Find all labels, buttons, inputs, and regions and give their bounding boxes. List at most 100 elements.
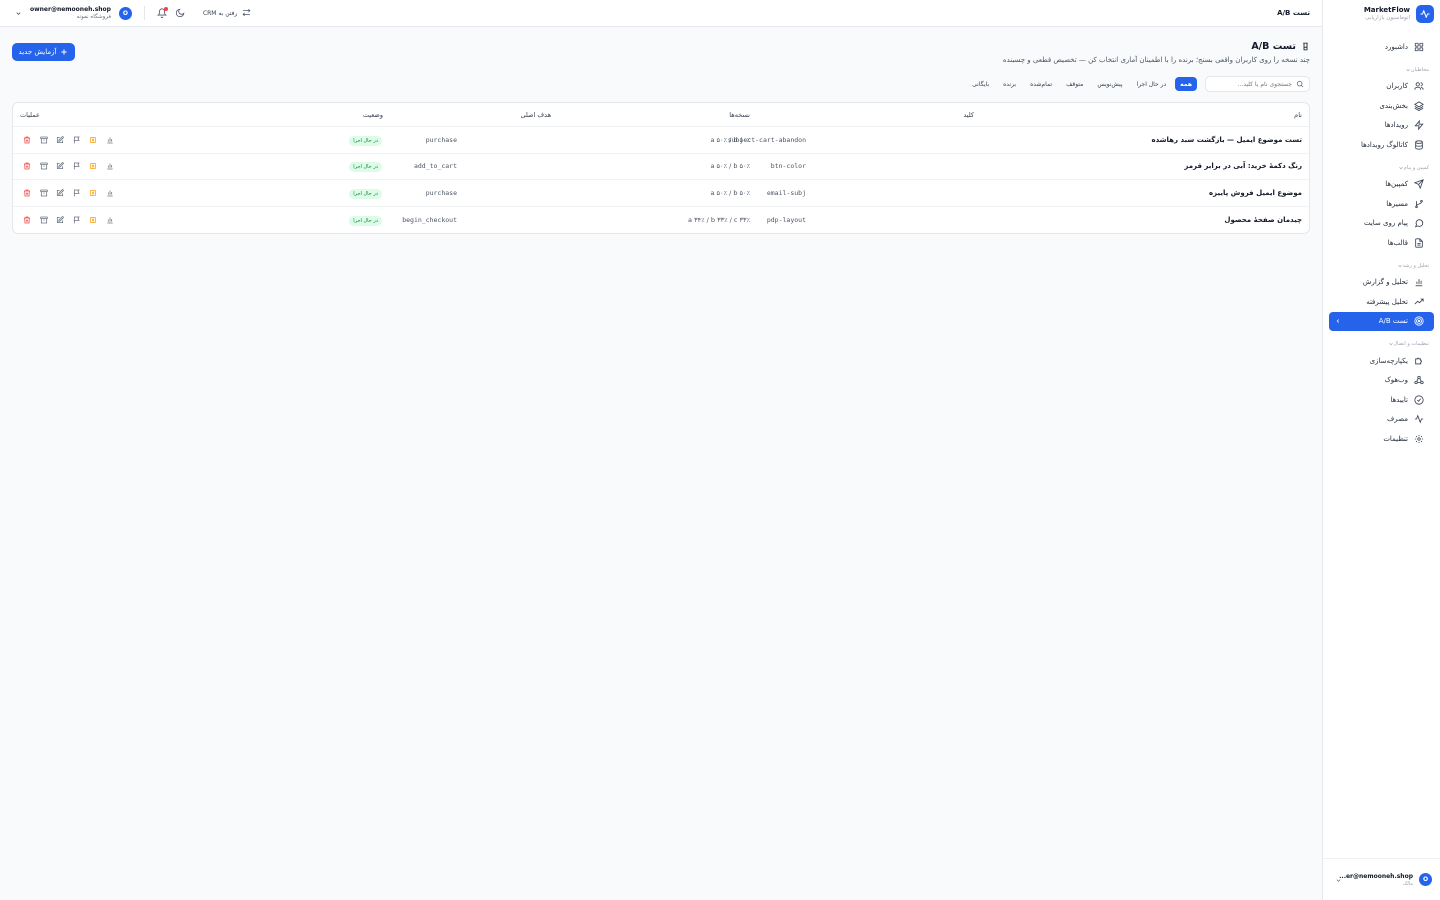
sidebar-group-audience[interactable]: مخاطبان bbox=[1323, 57, 1440, 77]
search-box[interactable] bbox=[1205, 76, 1310, 92]
chevron-down-icon bbox=[1388, 341, 1394, 347]
edit-icon[interactable] bbox=[56, 215, 64, 224]
trending-icon bbox=[1414, 297, 1424, 307]
experiment-name[interactable]: چیدمان صفحهٔ محصول bbox=[1224, 216, 1302, 224]
pause-icon[interactable] bbox=[89, 136, 97, 144]
sidebar-item-templates[interactable]: قالب‌ها bbox=[1329, 233, 1434, 253]
database-icon bbox=[1414, 140, 1424, 150]
send-icon bbox=[1414, 179, 1424, 190]
sidebar-group-campaigns[interactable]: کمپین و پیام bbox=[1323, 155, 1440, 175]
sidebar-user-menu[interactable]: O ...er@nemooneh.shop مالک bbox=[1323, 858, 1440, 900]
table-row[interactable]: موضوع ایمیل فروش پاییزه email-subj a ۵۰٪… bbox=[13, 180, 1309, 207]
archive-icon[interactable] bbox=[39, 162, 48, 170]
stats-icon[interactable] bbox=[106, 216, 114, 224]
header-status: وضعیت bbox=[362, 110, 383, 119]
sidebar-item-onsite-message[interactable]: پیام روی سایت bbox=[1329, 214, 1434, 234]
sidebar-item-label: بخش‌بندی bbox=[1379, 101, 1408, 110]
go-to-crm-link[interactable]: رفتن به CRM bbox=[203, 8, 251, 18]
avatar[interactable]: O bbox=[118, 6, 132, 20]
filter-chip-winner[interactable]: برنده bbox=[998, 77, 1021, 91]
experiment-variants: a ۵۰٪ / b ۵۰٪ bbox=[710, 188, 750, 197]
experiment-name[interactable]: رنگ دکمهٔ خرید: آبی در برابر قرمز bbox=[1184, 162, 1302, 170]
flag-icon[interactable] bbox=[73, 189, 81, 197]
flag-icon[interactable] bbox=[73, 162, 81, 170]
sidebar-item-usage[interactable]: مصرف bbox=[1329, 410, 1434, 430]
bolt-icon bbox=[1414, 120, 1424, 131]
account-menu[interactable]: owner@nemooneh.shop فروشگاه نمونه bbox=[30, 6, 111, 20]
experiment-key: btn-color bbox=[770, 162, 806, 171]
sidebar-item-event-catalog[interactable]: کاتالوگ رویدادها bbox=[1329, 135, 1434, 155]
sidebar-item-advanced-analytics[interactable]: تحلیل پیشرفته bbox=[1329, 292, 1434, 312]
filter-chip-completed[interactable]: تمام‌شده bbox=[1025, 77, 1057, 91]
sidebar-item-webhook[interactable]: وب‌هوک bbox=[1329, 371, 1434, 391]
notification-dot bbox=[163, 7, 168, 11]
sidebar-item-label: تنظیمات bbox=[1383, 434, 1408, 443]
filter-chip-draft[interactable]: پیش‌نویس bbox=[1092, 77, 1127, 91]
sidebar-item-settings[interactable]: تنظیمات bbox=[1329, 429, 1434, 449]
table-row[interactable]: چیدمان صفحهٔ محصول pdp-layout a ۳۴٪ / b … bbox=[13, 207, 1309, 234]
experiment-variants: a ۵۰٪ / b ۵۰٪ bbox=[710, 162, 750, 171]
filter-chip-paused[interactable]: متوقف bbox=[1061, 77, 1088, 91]
header-variants: نسخه‌ها bbox=[729, 110, 750, 119]
filter-chip-all[interactable]: همه bbox=[1175, 77, 1197, 91]
bell-icon[interactable] bbox=[156, 7, 168, 18]
filter-chip-archived[interactable]: بایگانی bbox=[967, 77, 994, 91]
pause-icon[interactable] bbox=[89, 189, 97, 197]
pause-icon[interactable] bbox=[89, 216, 97, 224]
sidebar-item-segments[interactable]: بخش‌بندی bbox=[1329, 96, 1434, 116]
sidebar-item-label: مصرف bbox=[1387, 415, 1408, 424]
table-row[interactable]: رنگ دکمهٔ خرید: آبی در برابر قرمز btn-co… bbox=[13, 154, 1309, 180]
stats-icon[interactable] bbox=[106, 189, 114, 197]
experiment-goal: purchase bbox=[425, 188, 457, 197]
brand-subtitle: اتوماسیون بازاریابی bbox=[1365, 15, 1410, 21]
sidebar-item-reports[interactable]: تحلیل و گزارش bbox=[1329, 273, 1434, 293]
sidebar-item-ab-test[interactable]: تست A/B bbox=[1329, 311, 1434, 331]
sidebar-item-campaigns[interactable]: کمپین‌ها bbox=[1329, 175, 1434, 195]
sidebar-item-events[interactable]: رویدادها bbox=[1329, 116, 1434, 136]
sidebar-item-label: کاربران bbox=[1386, 82, 1408, 91]
header-goal: هدف اصلی bbox=[520, 110, 551, 119]
sidebar-item-label: قالب‌ها bbox=[1387, 238, 1408, 247]
sidebar-item-label: تحلیل پیشرفته bbox=[1366, 297, 1408, 306]
new-experiment-button[interactable]: آزمایش جدید bbox=[12, 43, 75, 61]
stats-icon[interactable] bbox=[106, 162, 114, 170]
edit-icon[interactable] bbox=[56, 188, 64, 197]
flag-icon[interactable] bbox=[73, 136, 81, 144]
check-circle-icon bbox=[1414, 395, 1424, 405]
delete-icon[interactable] bbox=[23, 216, 31, 224]
archive-icon[interactable] bbox=[39, 189, 48, 197]
experiment-name[interactable]: تست موضوع ایمیل — بازگشت سبد رهاشده bbox=[1151, 136, 1302, 144]
archive-icon[interactable] bbox=[39, 136, 48, 144]
archive-icon[interactable] bbox=[39, 216, 48, 224]
edit-icon[interactable] bbox=[56, 162, 64, 170]
main-content: تست A/B چند نسخه را روی کاربران واقعی بس… bbox=[0, 27, 1322, 900]
experiment-goal: purchase bbox=[425, 135, 457, 144]
sidebar-group-analytics[interactable]: تحلیل و رشد bbox=[1323, 253, 1440, 273]
sidebar-item-approvals[interactable]: تاییدها bbox=[1329, 390, 1434, 410]
page-title: تست A/B bbox=[1251, 41, 1310, 52]
message-icon bbox=[1414, 218, 1424, 228]
pause-icon[interactable] bbox=[89, 162, 97, 170]
search-input[interactable] bbox=[1212, 80, 1292, 88]
delete-icon[interactable] bbox=[23, 189, 31, 197]
sidebar-item-dashboard[interactable]: داشبورد bbox=[1329, 37, 1434, 57]
user-email: ...er@nemooneh.shop bbox=[1339, 872, 1413, 880]
delete-icon[interactable] bbox=[23, 162, 31, 170]
layers-icon bbox=[1414, 101, 1424, 111]
bar-chart-icon bbox=[1414, 277, 1424, 287]
flag-icon[interactable] bbox=[73, 216, 81, 224]
moon-icon[interactable] bbox=[175, 8, 185, 18]
chevron-down-icon[interactable] bbox=[15, 10, 22, 17]
edit-icon[interactable] bbox=[56, 135, 64, 144]
sidebar-item-label: وب‌هوک bbox=[1384, 376, 1408, 385]
sidebar-item-label: تست A/B bbox=[1378, 317, 1408, 326]
sidebar-item-users[interactable]: کاربران bbox=[1329, 77, 1434, 97]
filter-chip-running[interactable]: در حال اجرا bbox=[1132, 77, 1172, 91]
experiment-name[interactable]: موضوع ایمیل فروش پاییزه bbox=[1209, 189, 1302, 197]
sidebar-item-integrations[interactable]: یکپارچه‌سازی bbox=[1329, 351, 1434, 371]
delete-icon[interactable] bbox=[23, 136, 31, 144]
sidebar-item-journeys[interactable]: مسیرها bbox=[1329, 194, 1434, 214]
sidebar-group-settings[interactable]: تنظیمات و اتصال bbox=[1323, 331, 1440, 351]
table-row[interactable]: تست موضوع ایمیل — بازگشت سبد رهاشده subj… bbox=[13, 127, 1309, 154]
stats-icon[interactable] bbox=[106, 136, 114, 144]
